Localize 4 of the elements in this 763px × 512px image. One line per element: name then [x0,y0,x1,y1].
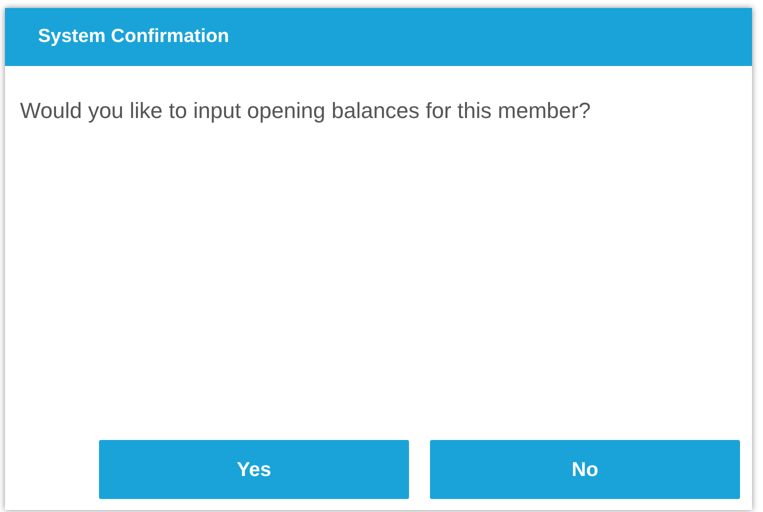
dialog-button[interactable]: No [430,440,740,499]
dialog-title: System Confirmation [38,24,230,49]
message-text: Would you like to input opening balances for this member? [20,97,592,125]
dialog-button[interactable]: Yes [99,440,409,499]
